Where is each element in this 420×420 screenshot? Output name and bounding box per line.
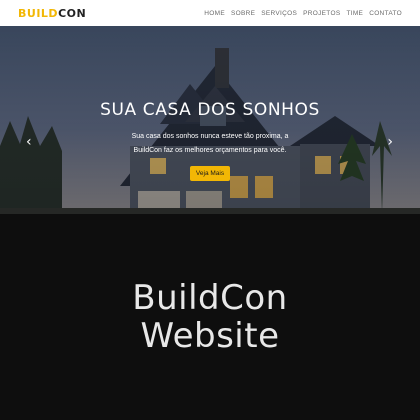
nav-link-time[interactable]: TIME [346, 10, 363, 17]
hero-title: SUA CASA DOS SONHOS [100, 100, 320, 120]
nav-link-contato[interactable]: CONTATO [369, 10, 402, 17]
title-banner: BuildCon Website [0, 214, 420, 420]
veja-mais-button[interactable]: Veja Mais [189, 166, 231, 181]
hero-carousel: ‹ › SUA CASA DOS SONHOS Sua casa dos son… [0, 26, 420, 214]
logo-rest-text: CON [58, 6, 87, 20]
nav-link-projetos[interactable]: PROJETOS [303, 10, 340, 17]
nav-link-sobre[interactable]: SOBRE [231, 10, 255, 17]
nav-link-servicos[interactable]: SERVIÇOS [261, 10, 297, 17]
nav-link-home[interactable]: HOME [204, 10, 225, 17]
brand-logo[interactable]: BUILDCON [18, 7, 86, 20]
hero-content: SUA CASA DOS SONHOS Sua casa dos sonhos … [0, 26, 420, 214]
banner-title-line-2: Website [140, 316, 280, 356]
main-nav: HOME SOBRE SERVIÇOS PROJETOS TIME CONTAT… [204, 10, 402, 17]
hero-description: Sua casa dos sonhos nunca esteve tão pro… [131, 133, 289, 154]
banner-title-line-1: BuildCon [132, 278, 288, 318]
navbar: BUILDCON HOME SOBRE SERVIÇOS PROJETOS TI… [0, 0, 420, 26]
logo-accent-text: BUILD [18, 6, 59, 20]
